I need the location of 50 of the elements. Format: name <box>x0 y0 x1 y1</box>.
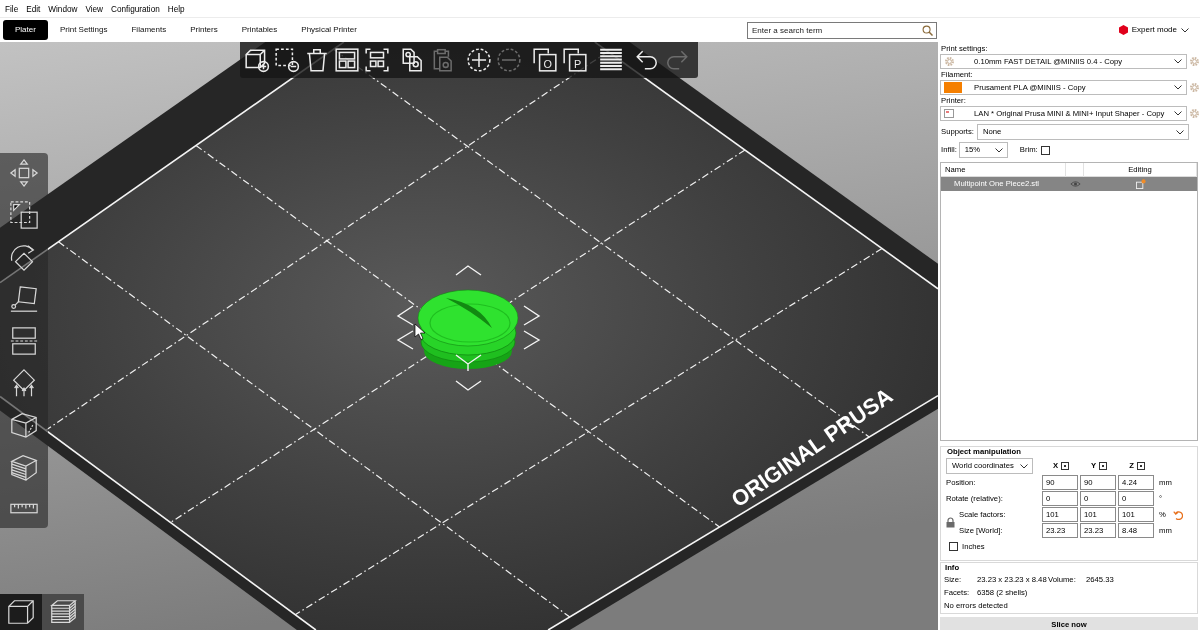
lock-icon[interactable] <box>946 516 955 528</box>
search-field[interactable]: Enter a search term <box>747 21 937 39</box>
tab[interactable]: Printables <box>229 20 290 40</box>
model-object[interactable] <box>417 289 519 369</box>
dashed-circle-plus-icon[interactable] <box>466 47 492 73</box>
square-dot-icon[interactable] <box>1061 462 1070 470</box>
cube-dashed-line-icon[interactable] <box>9 410 39 440</box>
menu-item[interactable]: Window <box>48 4 78 17</box>
menu-item[interactable]: Configuration <box>111 4 160 17</box>
brim-checkbox[interactable] <box>1040 145 1050 155</box>
caret-down-icon[interactable] <box>1181 27 1189 33</box>
four-arrows-icon[interactable] <box>9 158 39 188</box>
split-rectangles-icon[interactable] <box>9 326 39 356</box>
menu-item[interactable]: Help <box>167 4 185 17</box>
caret-down-icon <box>1020 463 1028 469</box>
tab[interactable]: Print Settings <box>47 20 120 40</box>
undo-arrow-icon[interactable] <box>1173 509 1183 520</box>
resize-squares-icon[interactable] <box>9 200 39 230</box>
tab[interactable]: Plater <box>3 20 48 40</box>
preview-button[interactable] <box>42 594 84 630</box>
gear-icon <box>944 56 955 67</box>
mouse-cursor-icon <box>414 323 426 340</box>
caret-down-icon <box>994 147 1003 153</box>
cube-icon <box>6 597 36 627</box>
caret-down-icon <box>1175 129 1184 135</box>
dashed-square-minus-icon[interactable] <box>274 47 300 73</box>
tab[interactable]: Printers <box>178 20 230 40</box>
square-dot-icon[interactable] <box>1099 462 1108 470</box>
menu-item[interactable]: File <box>5 4 19 17</box>
tab[interactable]: Filaments <box>119 20 179 40</box>
3d-view-button[interactable] <box>0 594 42 630</box>
inches-checkbox[interactable] <box>949 542 958 551</box>
corner-badge-icon[interactable] <box>1135 179 1146 189</box>
caret-down-icon <box>1174 59 1182 64</box>
printer-icon <box>944 109 954 118</box>
square-dot-icon[interactable] <box>1136 462 1145 470</box>
tab[interactable]: Physical Printer <box>289 20 369 40</box>
search-icon[interactable] <box>922 24 933 36</box>
layered-cube-icon[interactable] <box>9 452 39 482</box>
caret-down-icon <box>1174 111 1182 116</box>
arrange-grid-icon[interactable] <box>334 47 360 73</box>
bracketed-grid-icon[interactable] <box>364 47 390 73</box>
menu-item[interactable]: View <box>85 4 104 17</box>
menu-item[interactable]: Edit <box>26 4 41 17</box>
cube-plus-icon[interactable] <box>244 47 270 73</box>
tilted-square-icon[interactable] <box>9 284 39 314</box>
trash-icon[interactable] <box>304 47 330 73</box>
mode-selector[interactable]: Expert mode <box>1131 25 1177 35</box>
horizontal-lines-icon[interactable] <box>598 47 624 73</box>
caret-down-icon <box>1174 85 1182 90</box>
